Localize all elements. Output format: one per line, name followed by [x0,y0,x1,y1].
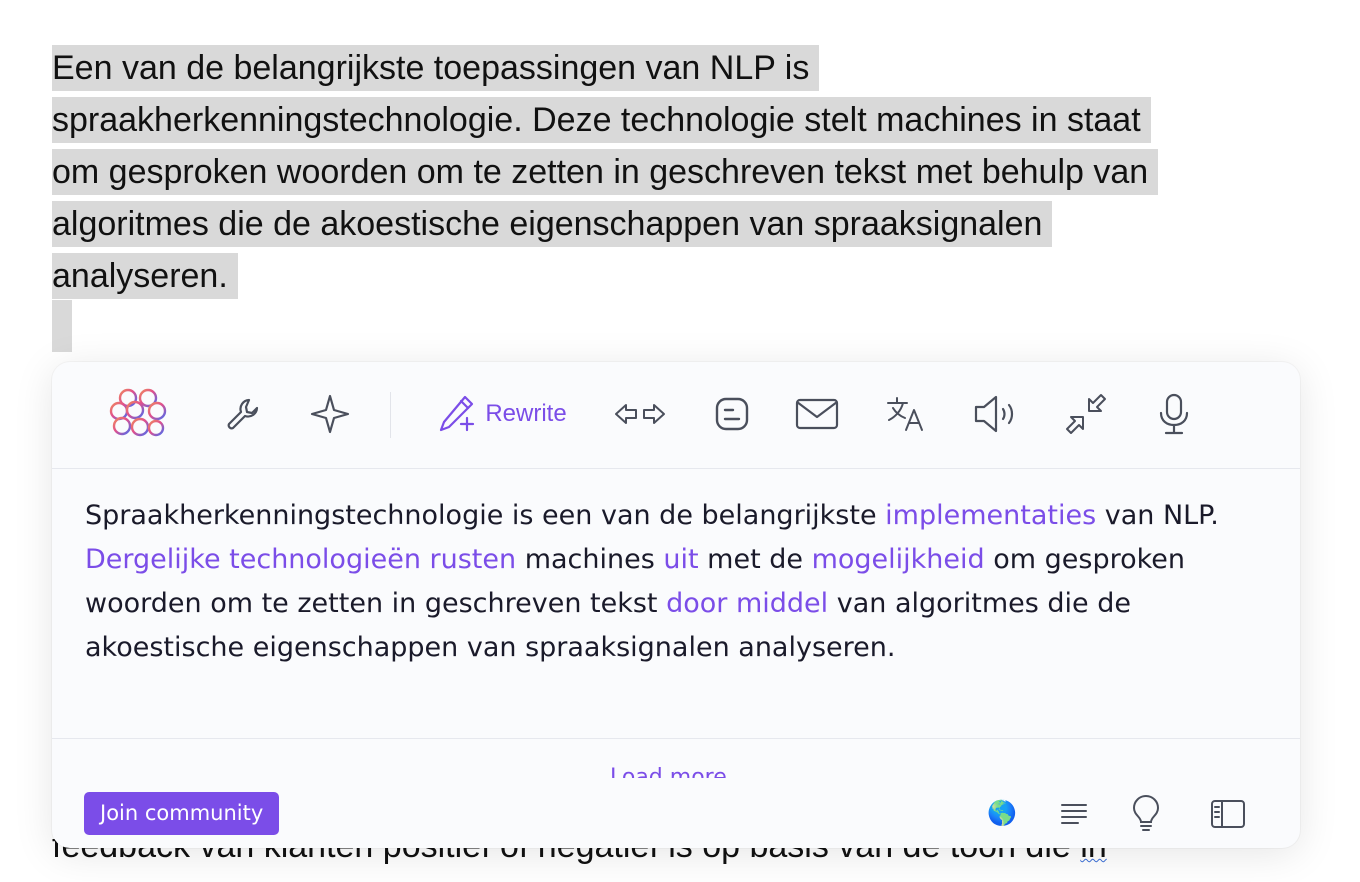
speaker-icon[interactable] [970,390,1022,438]
microphone-icon[interactable] [1152,390,1196,438]
assistant-toolbar: Rewrite [52,362,1300,469]
selection-line: om gesproken woorden om te zetten in ges… [52,149,1159,195]
blog-icon[interactable] [710,390,754,438]
rewrite-label: Rewrite [485,400,567,427]
sparkle-icon[interactable] [308,390,352,438]
selection-line: algoritmes die de akoestische eigenschap… [52,201,1053,247]
brain-logo-icon[interactable] [106,388,176,438]
join-community-button[interactable]: Join community [84,792,280,835]
changed-segment: implementaties [885,500,1097,531]
translate-icon[interactable] [882,390,928,438]
changed-segment: Dergelijke technologieën rusten [85,544,517,575]
mail-icon[interactable] [794,390,840,438]
expand-shorten-arrows-icon[interactable] [610,390,670,438]
toolbar-separator [390,392,391,438]
ai-assistant-panel: Rewrite Spraakherkenningstechnologie is … [52,362,1300,848]
selection-line: analyseren. [52,253,238,299]
rewrite-pencil-icon [437,394,477,434]
lightbulb-icon[interactable] [1126,794,1166,834]
document-selected-paragraph: Een van de belangrijkste toepassingen va… [52,42,1292,302]
changed-segment: uit [663,544,699,575]
result-segment: Spraakherkenningstechnologie is een van … [85,500,886,531]
rewrite-result-text: Spraakherkenningstechnologie is een van … [85,494,1235,670]
load-more-link[interactable]: Load more [610,764,727,778]
text-align-icon[interactable] [1054,794,1094,834]
result-segment: machines [516,544,664,575]
changed-segment: door middel [666,588,829,619]
rewrite-button[interactable]: Rewrite [432,390,572,438]
result-segment: van NLP. [1096,500,1219,531]
globe-icon[interactable]: 🌎 [982,794,1022,834]
panel-divider [52,738,1300,739]
result-segment: met de [698,544,812,575]
collapse-arrows-icon[interactable] [1062,390,1110,438]
selection-empty-line [52,300,72,352]
wrench-icon[interactable] [220,390,264,438]
changed-segment: mogelijkheid [811,544,985,575]
sidebar-icon[interactable] [1208,794,1248,834]
selection-line: spraakherkenningstechnologie. Deze techn… [52,97,1151,143]
selection-line: Een van de belangrijkste toepassingen va… [52,45,820,91]
